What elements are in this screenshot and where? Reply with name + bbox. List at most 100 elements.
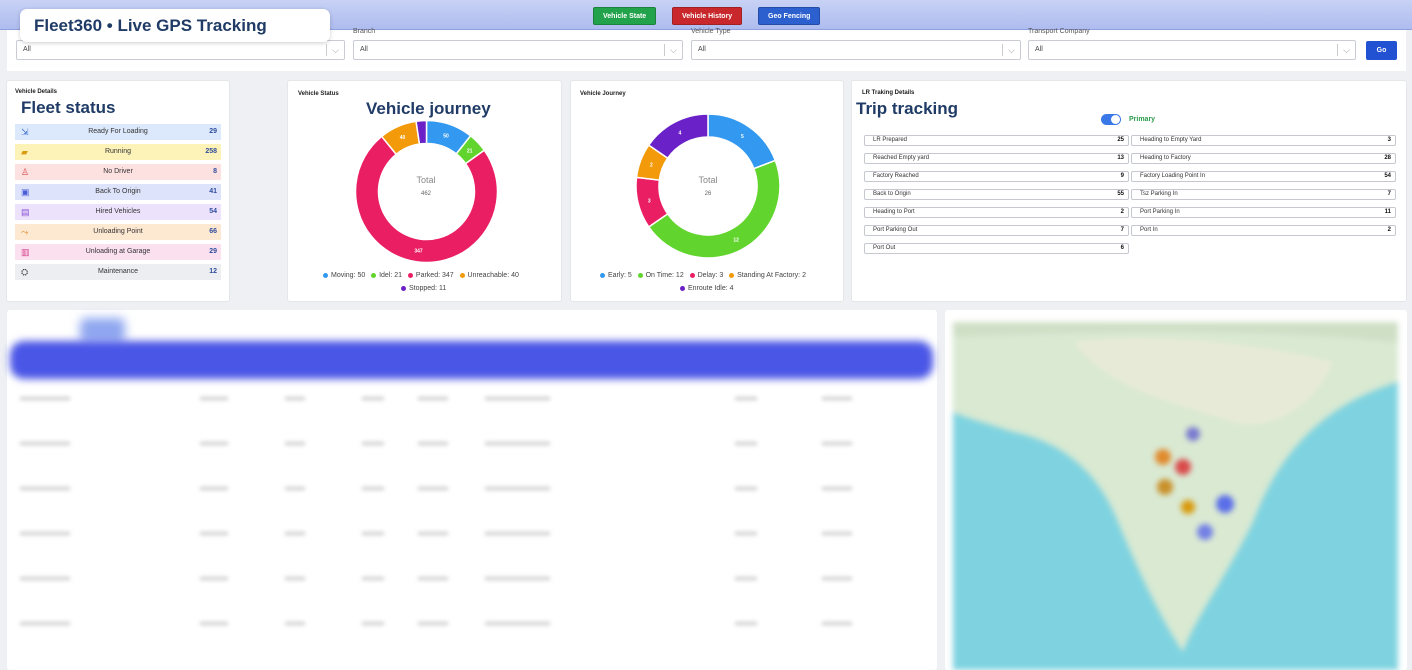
legend-text: Unreachable: 40	[467, 272, 519, 279]
legend-dot	[680, 285, 685, 291]
vehicle-marker[interactable]	[1157, 479, 1173, 495]
trip-status-item[interactable]: Tsz Parking In 7	[1131, 189, 1396, 200]
fleet-status-label: Maintenance	[97, 268, 139, 275]
table-cell	[485, 397, 550, 400]
table-cell	[200, 577, 228, 580]
chart-total-label: Total	[698, 175, 718, 185]
trip-status-item[interactable]: LR Prepared 25	[864, 135, 1129, 146]
legend-item[interactable]: Unreachable: 40	[459, 272, 519, 279]
trip-status-count: 2	[1387, 227, 1391, 233]
legend-dot	[729, 272, 735, 278]
legend-item[interactable]: Idel: 21	[371, 272, 402, 279]
filter-value: All	[23, 46, 31, 53]
table-tab[interactable]	[80, 318, 125, 343]
vehicle-marker[interactable]	[1175, 459, 1191, 475]
legend-item[interactable]: Delay: 3	[689, 272, 724, 279]
vehicle-marker[interactable]	[1155, 449, 1171, 465]
table-cell	[485, 622, 550, 625]
trip-status-count: 9	[1120, 173, 1124, 179]
fleet-status-count: 8	[213, 168, 217, 175]
primary-toggle[interactable]	[1101, 114, 1121, 125]
legend-item[interactable]: Parked: 347	[407, 272, 454, 279]
vehicle-marker[interactable]	[1216, 495, 1234, 513]
table-cell	[418, 577, 448, 580]
chart-total-label: Total	[416, 175, 436, 185]
vehicle-marker[interactable]	[1181, 500, 1195, 514]
transport-company-select[interactable]: All ⌵	[1028, 40, 1356, 60]
legend-text: Delay: 3	[697, 272, 724, 279]
legend-item[interactable]: Early: 5	[600, 272, 632, 279]
trip-status-count: 11	[1384, 209, 1391, 215]
geo-fencing-button[interactable]: Geo Fencing	[758, 7, 821, 25]
trip-status-item[interactable]: Heading to Empty Yard 3	[1131, 135, 1396, 146]
fleet-status-label: Unloading Point	[93, 228, 143, 235]
card-title: Vehicle Status	[298, 91, 339, 97]
trip-status-item[interactable]: Port Parking Out 7	[864, 225, 1129, 236]
trip-status-item[interactable]: Back to Origin 55	[864, 189, 1129, 200]
fleet-status-row[interactable]: ▰ Running 258	[15, 144, 221, 160]
trip-status-count: 28	[1384, 155, 1391, 161]
trip-status-label: Port Out	[873, 245, 896, 251]
trip-status-item[interactable]: Factory Loading Point In 54	[1131, 171, 1396, 182]
trip-status-count: 2	[1120, 209, 1124, 215]
legend-item[interactable]: Stopped: 11	[401, 285, 446, 292]
donut-slice-parked[interactable]	[354, 135, 499, 264]
trip-status-item[interactable]: Heading to Factory 28	[1131, 153, 1396, 164]
table-cell	[20, 532, 70, 535]
table-cell	[822, 487, 852, 490]
fleet-status-row[interactable]: ▣ Back To Origin 41	[15, 184, 221, 200]
fleet-status-row[interactable]: ⤳ Unloading Point 66	[15, 224, 221, 240]
fleet-status-label: Back To Origin	[95, 188, 141, 195]
legend-item[interactable]: Moving: 50	[323, 272, 365, 279]
trip-status-item[interactable]: Factory Reached 9	[864, 171, 1129, 182]
live-map[interactable]	[953, 322, 1398, 670]
table-cell	[20, 397, 70, 400]
trip-status-item[interactable]: Port Parking In 11	[1131, 207, 1396, 218]
go-button[interactable]: Go	[1366, 41, 1397, 60]
vehicle-journey-card: Vehicle Journey 5 12 3 2 4 Total 26 Early: 5…	[570, 80, 844, 302]
vehicle-marker[interactable]	[1186, 427, 1200, 441]
divider	[1337, 44, 1338, 56]
legend-row-1: Early: 5 On Time: 12 Delay: 3 Standing A…	[600, 272, 806, 279]
branch-select[interactable]: All ⌵	[353, 40, 683, 60]
chart-total-value: 26	[704, 191, 712, 197]
table-cell	[418, 532, 448, 535]
trip-status-item[interactable]: Heading to Port 2	[864, 207, 1129, 218]
filter-select-1[interactable]: All ⌵	[16, 40, 345, 60]
trip-status-item[interactable]: Port Out 6	[864, 243, 1129, 254]
fleet-status-count: 54	[209, 208, 217, 215]
table-cell	[200, 487, 228, 490]
table-cell	[822, 577, 852, 580]
fleet-status-row[interactable]: ⛭ Maintenance 12	[15, 264, 221, 280]
trip-status-item[interactable]: Port In 2	[1131, 225, 1396, 236]
table-cell	[822, 622, 852, 625]
fleet-status-count: 29	[209, 128, 217, 135]
donut-slice-early[interactable]	[707, 113, 777, 170]
table-cell	[362, 487, 384, 490]
fleet-status-row[interactable]: ♙ No Driver 8	[15, 164, 221, 180]
fleet-status-row[interactable]: ▥ Unloading at Garage 29	[15, 244, 221, 260]
vehicle-history-button[interactable]: Vehicle History	[672, 7, 743, 25]
legend-text: Standing At Factory: 2	[737, 272, 806, 279]
trip-status-count: 13	[1117, 155, 1124, 161]
vehicle-marker[interactable]	[1197, 524, 1213, 540]
table-cell	[285, 577, 305, 580]
table-cell	[285, 442, 305, 445]
vehicle-type-select[interactable]: All ⌵	[691, 40, 1021, 60]
legend-text: Enroute Idle: 4	[688, 285, 734, 292]
legend-item[interactable]: Standing At Factory: 2	[729, 272, 806, 279]
chevron-down-icon: ⌵	[670, 45, 677, 55]
filter-value: All	[698, 46, 706, 53]
table-cell	[485, 532, 550, 535]
trip-status-item[interactable]: Reached Empty yard 13	[864, 153, 1129, 164]
vehicle-state-button[interactable]: Vehicle State	[593, 7, 657, 25]
fleet-status-heading: Fleet status	[21, 98, 116, 117]
table-cell	[285, 622, 305, 625]
divider	[1002, 44, 1003, 56]
trip-status-count: 7	[1387, 191, 1391, 197]
fleet-status-row[interactable]: ▤ Hired Vehicles 54	[15, 204, 221, 220]
legend-item[interactable]: Enroute Idle: 4	[680, 285, 734, 292]
slice-label: 50	[443, 133, 449, 139]
fleet-status-row[interactable]: ⇲ Ready For Loading 29	[15, 124, 221, 140]
legend-item[interactable]: On Time: 12	[637, 272, 684, 279]
